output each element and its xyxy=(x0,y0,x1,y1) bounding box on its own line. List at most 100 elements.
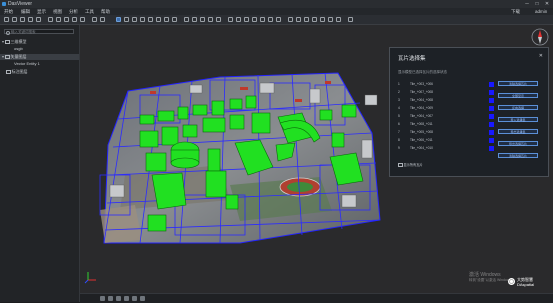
image-icon[interactable] xyxy=(260,17,265,22)
grid-icon[interactable] xyxy=(56,17,61,22)
export-icon[interactable] xyxy=(276,17,281,22)
height-icon[interactable] xyxy=(216,17,221,22)
cross-icon[interactable] xyxy=(184,17,189,22)
pan-icon[interactable] xyxy=(80,17,85,22)
menu-bar: 开始 编辑 显示 视图 分析 工具 帮助 下载 admin xyxy=(0,8,553,15)
fly-icon[interactable] xyxy=(304,17,309,22)
light-icon[interactable] xyxy=(200,17,205,22)
search-icon xyxy=(6,31,10,35)
import-selection-button[interactable]: 导入选择集 xyxy=(498,117,538,122)
layer-icon[interactable] xyxy=(48,17,53,22)
tree-item-vector-layer[interactable]: 矢量图层 xyxy=(0,54,79,60)
clip-icon[interactable] xyxy=(140,17,145,22)
compare-icon[interactable] xyxy=(328,17,333,22)
save-icon[interactable] xyxy=(20,17,25,22)
menu-item-help[interactable]: 帮助 xyxy=(101,8,110,15)
angle-icon[interactable] xyxy=(208,17,213,22)
tree-item-3d-model[interactable]: 三维模型 xyxy=(2,39,27,45)
polygon-select-icon[interactable] xyxy=(132,17,137,22)
status-icon[interactable] xyxy=(124,296,129,301)
tile-color-swatch[interactable] xyxy=(489,89,494,95)
menu-item-display[interactable]: 显示 xyxy=(37,8,46,15)
tile-color-swatch[interactable] xyxy=(489,129,494,135)
tile-color-swatch[interactable] xyxy=(489,113,494,119)
area-icon[interactable] xyxy=(164,17,169,22)
invert-selection-button[interactable]: 反向选择 xyxy=(498,105,538,110)
settings-icon[interactable] xyxy=(296,17,301,22)
rotate-icon[interactable] xyxy=(64,17,69,22)
window-title: DasViewer xyxy=(8,1,33,7)
clear-tiles-button[interactable]: 清除选择瓦片 xyxy=(498,153,538,158)
layer-panel: 输入关键词搜索 三维模型 osgb 矢量图层 Vector Entity 1 标… xyxy=(0,25,80,302)
box-select-icon[interactable] xyxy=(124,17,129,22)
dialog-subtitle: 显示模型已选择瓦片的选择状态 xyxy=(398,70,447,74)
plane-icon[interactable] xyxy=(244,17,249,22)
expand-icon[interactable] xyxy=(2,55,4,58)
show-all-tiles-toggle[interactable]: 显示所有瓦片 xyxy=(398,162,423,168)
status-icon[interactable] xyxy=(116,296,121,301)
zoom-icon[interactable] xyxy=(72,17,77,22)
tile-color-swatch[interactable] xyxy=(489,137,494,143)
dialog-close-button[interactable]: ✕ xyxy=(539,53,543,59)
visibility-checkbox[interactable] xyxy=(6,69,11,75)
export-selection-button[interactable]: 导出选择集 xyxy=(498,129,538,134)
tree-item-osgb[interactable]: osgb xyxy=(14,46,23,52)
text-icon[interactable] xyxy=(252,17,257,22)
visibility-checkbox[interactable] xyxy=(5,39,10,45)
minimize-button[interactable]: ─ xyxy=(522,0,532,8)
tile-color-swatch[interactable] xyxy=(489,105,494,111)
sync-icon[interactable] xyxy=(336,17,341,22)
video-icon[interactable] xyxy=(268,17,273,22)
volume-icon[interactable] xyxy=(172,17,177,22)
reset-icon[interactable] xyxy=(348,17,353,22)
checkbox[interactable] xyxy=(398,162,403,168)
tile-color-swatch[interactable] xyxy=(489,81,494,87)
record-icon[interactable] xyxy=(320,17,325,22)
menu-item-tools[interactable]: 工具 xyxy=(85,8,94,15)
status-icon[interactable] xyxy=(108,296,113,301)
menu-item-start[interactable]: 开始 xyxy=(4,8,13,15)
point-icon[interactable] xyxy=(228,17,233,22)
logo-mark-icon xyxy=(508,278,515,285)
expand-icon[interactable] xyxy=(2,40,4,43)
new-icon[interactable] xyxy=(4,17,9,22)
line-icon[interactable] xyxy=(236,17,241,22)
tile-select-icon[interactable] xyxy=(116,17,121,22)
toolbar xyxy=(0,15,553,25)
download-button[interactable]: 下载 xyxy=(511,8,520,15)
tile-color-swatch[interactable] xyxy=(489,121,494,127)
undo-icon[interactable] xyxy=(28,17,33,22)
status-icon[interactable] xyxy=(132,296,137,301)
app-logo-icon xyxy=(2,2,6,6)
open-icon[interactable] xyxy=(12,17,17,22)
select-icon[interactable] xyxy=(92,17,97,22)
cut-icon[interactable] xyxy=(192,17,197,22)
close-button[interactable]: ✕ xyxy=(542,0,552,8)
route-icon[interactable] xyxy=(312,17,317,22)
title-bar: DasViewer ─ □ ✕ xyxy=(0,0,553,8)
flatten-icon[interactable] xyxy=(148,17,153,22)
profile-icon[interactable] xyxy=(156,17,161,22)
tree-item-annotation-layer[interactable]: 标注图层 xyxy=(6,69,28,75)
status-icon[interactable] xyxy=(100,296,105,301)
menu-item-edit[interactable]: 编辑 xyxy=(21,8,30,15)
axis-gizmo xyxy=(84,272,96,284)
user-account[interactable]: admin xyxy=(535,8,547,15)
redo-icon[interactable] xyxy=(36,17,41,22)
status-icon[interactable] xyxy=(140,296,145,301)
tile-color-swatch[interactable] xyxy=(489,145,494,151)
screenshot-icon[interactable] xyxy=(288,17,293,22)
export-selected-tiles-button[interactable]: 导出选择瓦片 xyxy=(498,141,538,146)
menu-item-analysis[interactable]: 分析 xyxy=(69,8,78,15)
tree-item-vector-entity[interactable]: Vector Entity 1 xyxy=(14,61,40,67)
visibility-checkbox[interactable] xyxy=(5,54,10,60)
show-all-button[interactable]: 全部显示 xyxy=(498,93,538,98)
layer-search-input[interactable]: 输入关键词搜索 xyxy=(4,29,74,35)
menu-item-view[interactable]: 视图 xyxy=(53,8,62,15)
tile-selection-dialog: 瓦片选择集 ✕ 显示模型已选择瓦片的选择状态 1 Tile_+003_+006 2… xyxy=(389,47,549,177)
maximize-button[interactable]: □ xyxy=(532,0,542,8)
clear-selected-tiles-button[interactable]: 清除选择瓦片 xyxy=(498,81,538,86)
tile-color-swatch[interactable] xyxy=(489,97,494,103)
compass-icon[interactable] xyxy=(531,28,549,46)
measure-icon[interactable] xyxy=(100,17,105,22)
